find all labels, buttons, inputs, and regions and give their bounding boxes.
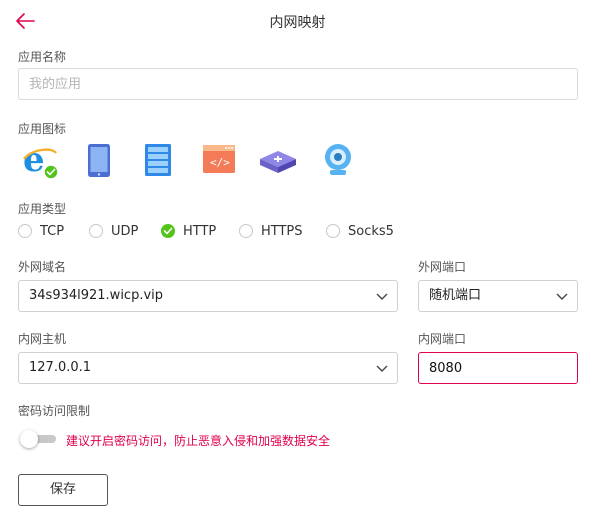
radio-circle [326,224,340,238]
icon-option-switch[interactable] [258,143,296,179]
chevron-down-icon [376,365,388,372]
internal-port-input[interactable] [418,352,578,384]
internal-host-label: 内网主机 [18,332,67,346]
toggle-knob [20,430,38,448]
external-domain-value: 34s934l921.wicp.vip [29,288,164,303]
radio-label: HTTPS [261,223,303,239]
password-warning-text: 建议开启密码访问，防止恶意入侵和加强数据安全 [66,434,331,448]
radio-label: TCP [40,223,65,239]
external-domain-select[interactable]: 34s934l921.wicp.vip [18,280,398,312]
radio-https[interactable]: HTTPS [239,222,303,240]
radio-udp[interactable]: UDP [89,222,138,240]
radio-label: UDP [111,223,139,239]
icon-option-tablet[interactable] [86,143,124,179]
server-icon [145,144,171,176]
tablet-icon [88,144,110,177]
password-limit-label: 密码访问限制 [18,404,91,418]
page-title: 内网映射 [269,15,326,31]
icon-option-ie[interactable]: e [22,140,60,180]
header: 内网映射 [0,0,595,42]
icon-option-code[interactable]: </> [202,143,240,179]
radio-tcp[interactable]: TCP [18,222,64,240]
save-button[interactable]: 保存 [18,474,108,506]
network-switch-icon [260,151,296,173]
internal-host-value: 127.0.0.1 [29,360,92,375]
internal-port-label: 内网端口 [418,332,467,346]
app-type-label: 应用类型 [18,202,67,216]
icon-option-server[interactable] [144,143,182,179]
app-icon-label: 应用图标 [18,122,67,136]
radio-circle [18,224,32,238]
svg-text:e: e [23,143,45,179]
radio-circle [89,224,103,238]
app-name-input[interactable] [18,68,578,100]
radio-circle [239,224,253,238]
radio-http[interactable]: HTTP [161,222,216,240]
radio-label: Socks5 [348,223,394,239]
code-window-icon: </> [203,145,235,173]
icon-option-webcam[interactable] [322,143,360,179]
app-name-label: 应用名称 [18,50,67,64]
webcam-icon [325,144,351,175]
app-type-radio-group: TCP UDP HTTP HTTPS Socks5 [18,222,438,240]
chevron-down-icon [376,293,388,300]
external-domain-label: 外网域名 [18,260,67,274]
radio-socks5[interactable]: Socks5 [326,222,394,240]
external-port-select[interactable]: 随机端口 [418,280,578,312]
svg-text:</>: </> [210,156,230,169]
check-circle-icon [161,224,175,238]
external-port-value: 随机端口 [429,288,482,303]
internal-host-select[interactable]: 127.0.0.1 [18,352,398,384]
radio-label: HTTP [183,223,217,239]
external-port-label: 外网端口 [418,260,467,274]
ie-browser-icon: e [23,140,59,180]
password-limit-toggle[interactable] [18,430,56,448]
chevron-down-icon [556,293,568,300]
